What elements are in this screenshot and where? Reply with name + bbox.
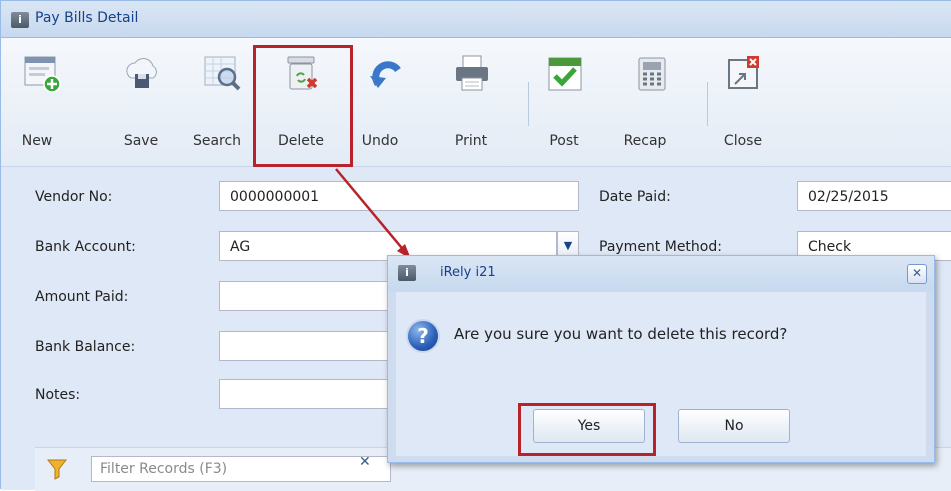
close-button[interactable]: Close <box>713 38 773 166</box>
vendor-field[interactable]: 0000000001 <box>219 181 579 211</box>
bank-account-label: Bank Account: <box>35 239 136 255</box>
amount-paid-label: Amount Paid: <box>35 289 129 305</box>
print-button[interactable]: Print <box>441 38 501 166</box>
post-label: Post <box>549 133 579 149</box>
new-label: New <box>21 133 53 149</box>
payment-method-label: Payment Method: <box>599 239 722 255</box>
toolbar: New Save Search Delete Undo Print Post R… <box>1 38 951 167</box>
delete-highlight <box>253 45 353 167</box>
search-icon <box>204 56 241 91</box>
close-label: Close <box>723 133 763 149</box>
post-icon <box>548 57 582 91</box>
dialog-title: iRely i21 <box>440 265 496 280</box>
filter-icon[interactable] <box>47 458 67 480</box>
recap-label: Recap <box>623 133 667 149</box>
recap-icon <box>638 57 666 91</box>
undo-label: Undo <box>361 133 399 149</box>
search-button[interactable]: Search <box>191 38 251 166</box>
confirm-dialog: i iRely i21 ✕ ? Are you sure you want to… <box>387 255 935 463</box>
post-button[interactable]: Post <box>534 38 594 166</box>
date-paid-label: Date Paid: <box>599 189 671 205</box>
title-bar: i Pay Bills Detail <box>1 1 951 38</box>
new-button[interactable]: New <box>11 38 71 166</box>
undo-icon <box>370 61 401 88</box>
save-icon <box>126 58 157 88</box>
dialog-title-bar: i iRely i21 ✕ <box>388 256 934 291</box>
yes-highlight <box>518 403 656 456</box>
info-icon: i <box>11 12 29 28</box>
dialog-message: Are you sure you want to delete this rec… <box>454 325 788 343</box>
search-label: Search <box>192 133 242 149</box>
question-icon: ? <box>406 319 440 353</box>
save-button[interactable]: Save <box>111 38 171 166</box>
clear-filter-icon[interactable]: ✕ <box>359 454 371 470</box>
save-label: Save <box>123 133 159 149</box>
vendor-label: Vendor No: <box>35 189 113 205</box>
notes-label: Notes: <box>35 387 81 403</box>
bank-balance-label: Bank Balance: <box>35 339 136 355</box>
recap-button[interactable]: Recap <box>621 38 681 166</box>
toolbar-separator <box>528 82 529 126</box>
dialog-body: ? Are you sure you want to delete this r… <box>396 292 926 456</box>
print-icon <box>456 55 488 91</box>
pay-bills-window: i Pay Bills Detail New Save Search Delet… <box>0 0 951 491</box>
dialog-close-button[interactable]: ✕ <box>907 264 927 284</box>
no-button[interactable]: No <box>678 409 790 443</box>
close-icon <box>728 56 759 89</box>
new-icon <box>24 56 61 92</box>
print-label: Print <box>454 133 488 149</box>
undo-button[interactable]: Undo <box>356 38 416 166</box>
info-icon: i <box>398 265 416 281</box>
filter-input[interactable]: Filter Records (F3) <box>91 456 391 482</box>
toolbar-separator <box>707 82 708 126</box>
window-title: Pay Bills Detail <box>35 10 139 26</box>
date-paid-field[interactable]: 02/25/2015 <box>797 181 951 211</box>
